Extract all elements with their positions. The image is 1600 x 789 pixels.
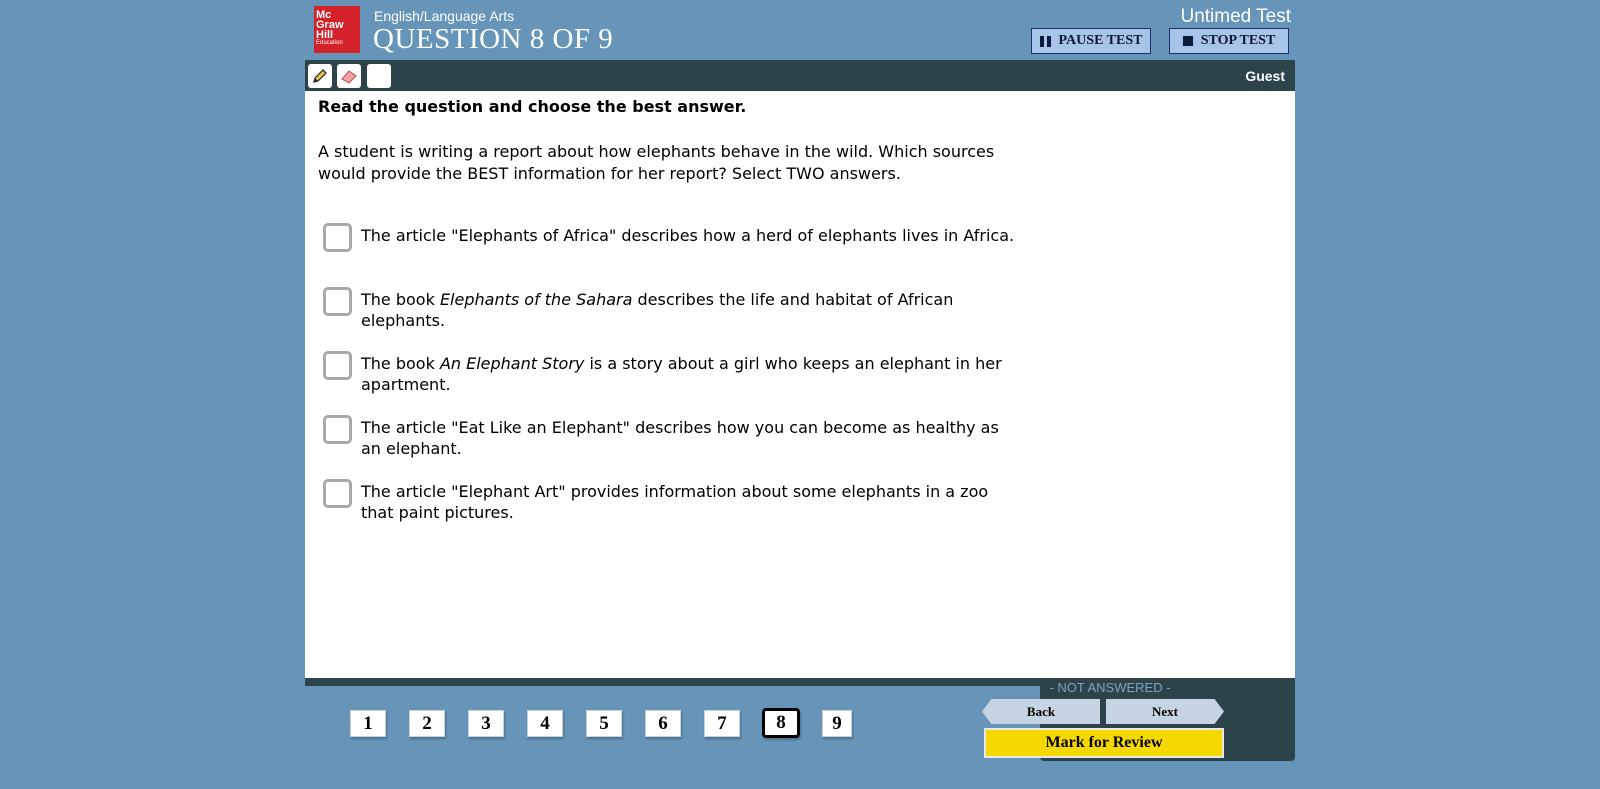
answer-status: - NOT ANSWERED - — [1049, 680, 1171, 695]
choice-checkbox[interactable] — [323, 287, 352, 316]
question-number-button[interactable]: 7 — [704, 710, 740, 737]
choice-checkbox[interactable] — [323, 479, 352, 508]
choice-text: The book Elephants of the Sahara describ… — [361, 290, 954, 330]
choice-checkbox[interactable] — [323, 415, 352, 444]
stop-test-label: STOP TEST — [1200, 33, 1276, 48]
user-name: Guest — [1245, 68, 1285, 84]
answer-choice[interactable]: The article "Elephants of Africa" descri… — [323, 223, 1023, 252]
back-button[interactable]: Back — [982, 699, 1100, 724]
mcgraw-hill-logo: Mc Graw Hill Education — [314, 6, 360, 53]
pencil-icon[interactable] — [308, 64, 332, 88]
question-number-button[interactable]: 4 — [527, 710, 563, 737]
question-number-button[interactable]: 5 — [586, 710, 622, 737]
pause-icon — [1039, 35, 1051, 47]
answer-choice[interactable]: The book Elephants of the Sahara describ… — [323, 287, 1023, 331]
answer-choice[interactable]: The article "Elephant Art" provides info… — [323, 479, 1023, 523]
choice-checkbox[interactable] — [323, 351, 352, 380]
question-number-button[interactable]: 6 — [645, 710, 681, 737]
tool-bar: Guest — [305, 60, 1295, 91]
logo-line: Education — [316, 40, 343, 46]
pause-test-label: PAUSE TEST — [1058, 33, 1143, 48]
question-stem: A student is writing a report about how … — [318, 142, 995, 183]
question-number-button[interactable]: 9 — [822, 710, 852, 737]
question-title: QUESTION 8 OF 9 — [373, 23, 614, 55]
logo-line: Hill — [316, 29, 334, 41]
choice-text: The article "Elephant Art" provides info… — [361, 482, 989, 522]
subject-label: English/Language Arts — [374, 8, 515, 24]
next-button[interactable]: Next — [1106, 699, 1224, 724]
choice-text: The book An Elephant Story is a story ab… — [361, 354, 1002, 394]
choice-text: The article "Eat Like an Elephant" descr… — [361, 418, 999, 458]
mark-for-review-button[interactable]: Mark for Review — [984, 728, 1224, 758]
question-number-button[interactable]: 1 — [350, 710, 386, 737]
answer-choice[interactable]: The article "Eat Like an Elephant" descr… — [323, 415, 1023, 459]
instruction-text: Read the question and choose the best an… — [318, 97, 747, 116]
question-number-button-current[interactable]: 8 — [762, 708, 800, 738]
choice-text: The article "Elephants of Africa" descri… — [361, 226, 1015, 245]
choice-checkbox[interactable] — [323, 223, 352, 252]
stop-test-button[interactable]: STOP TEST — [1169, 28, 1289, 54]
question-panel: Read the question and choose the best an… — [305, 91, 1295, 678]
question-number-button[interactable]: 2 — [409, 710, 445, 737]
question-number-button[interactable]: 3 — [468, 710, 504, 737]
blank-tool[interactable] — [367, 64, 391, 88]
eraser-icon[interactable] — [337, 64, 361, 88]
pause-test-button[interactable]: PAUSE TEST — [1031, 28, 1151, 54]
test-mode-label: Untimed Test — [1180, 6, 1291, 27]
answer-choice[interactable]: The book An Elephant Story is a story ab… — [323, 351, 1023, 395]
stop-icon — [1182, 36, 1193, 46]
